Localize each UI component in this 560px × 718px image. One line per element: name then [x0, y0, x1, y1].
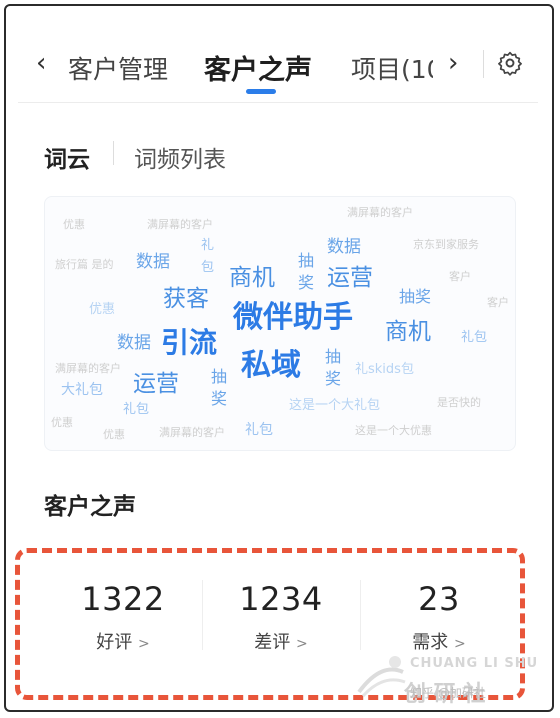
word-cloud-term: 礼skids包 — [355, 362, 414, 377]
word-cloud-term: 满屏幕的客户 — [159, 426, 225, 439]
chevron-right-icon[interactable]: › — [448, 48, 458, 78]
word-cloud-term: 是否快的 — [437, 396, 481, 409]
word-cloud-term: 抽 — [211, 367, 228, 386]
word-cloud-term: 运营 — [327, 265, 373, 291]
word-cloud-term: 抽 — [325, 347, 342, 366]
word-cloud-term: 礼包 — [461, 330, 488, 345]
word-cloud-term: 满屏幕的客户 — [347, 206, 413, 219]
tab-customer-voice[interactable]: 客户之声 — [204, 48, 312, 87]
word-cloud-term: 满屏幕的客户 — [147, 218, 213, 231]
word-cloud-term: 这是一个大优惠 — [355, 424, 432, 437]
word-cloud-term: 礼 — [201, 238, 215, 253]
word-cloud-term: 数据 — [117, 333, 151, 353]
word-cloud-term: 优惠 — [63, 218, 85, 231]
gear-icon[interactable] — [497, 50, 523, 76]
word-cloud-term: 私域 — [241, 348, 301, 383]
watermark-text: CHUANG LI SHU — [410, 656, 539, 671]
word-cloud-term: 旅行篇 是的 — [55, 258, 114, 271]
word-cloud-term: 运营 — [133, 371, 179, 397]
divider — [483, 50, 484, 78]
word-cloud-term: 京东到家服务 — [413, 238, 479, 251]
subtab-word-cloud[interactable]: 词云 — [44, 140, 90, 174]
word-cloud-term: 这是一个大礼包 — [289, 398, 381, 413]
watermark-logo-icon — [357, 656, 406, 698]
section-title: 客户之声 — [44, 494, 136, 520]
tab-customer-management[interactable]: 客户管理 — [68, 50, 168, 86]
word-cloud-term: 奖 — [298, 273, 315, 292]
word-cloud-term: 获客 — [163, 286, 209, 312]
tab-projects[interactable]: 项目(10 — [351, 50, 433, 86]
word-cloud-term: 抽 — [298, 251, 315, 270]
word-cloud-term: 礼包 — [123, 402, 150, 417]
word-cloud-term: 微伴助手 — [233, 300, 353, 335]
word-cloud-term: 数据 — [136, 252, 170, 272]
chevron-left-icon[interactable]: ‹ — [36, 48, 46, 78]
word-cloud-term: 客户 — [449, 270, 471, 283]
word-cloud-term: 商机 — [385, 319, 431, 345]
word-cloud-term: 大礼包 — [61, 382, 103, 398]
word-cloud-term: 引流 — [161, 326, 218, 359]
word-cloud-term: 礼包 — [245, 422, 273, 438]
active-tab-indicator — [246, 89, 276, 94]
word-cloud-term: 奖 — [211, 389, 228, 408]
divider — [113, 141, 114, 165]
top-tab-bar: ‹ 客户管理 客户之声 项目(10 › — [18, 28, 538, 103]
word-cloud-term: 商机 — [229, 265, 275, 291]
word-cloud-term: 包 — [201, 260, 215, 275]
watermark-caption: 知乎 @加研社 — [410, 686, 486, 700]
word-cloud-term: 优惠 — [89, 302, 116, 317]
word-cloud: 微伴助手 私域 引流 商机 运营 获客 商机 运营 数据 数据 数据 抽奖 大礼包 礼包 礼包 礼包 优惠 优惠优… — [44, 196, 516, 451]
word-cloud-term: 客户 — [487, 296, 509, 309]
subtab-frequency-list[interactable]: 词频列表 — [134, 140, 226, 174]
word-cloud-term: 数据 — [327, 237, 361, 257]
word-cloud-term: 满屏幕的客户 — [55, 362, 121, 375]
word-cloud-term: 优惠 — [51, 416, 73, 429]
word-cloud-term: 奖 — [325, 369, 342, 388]
word-cloud-term: 优惠 — [103, 428, 125, 441]
word-cloud-term: 抽奖 — [399, 287, 432, 306]
